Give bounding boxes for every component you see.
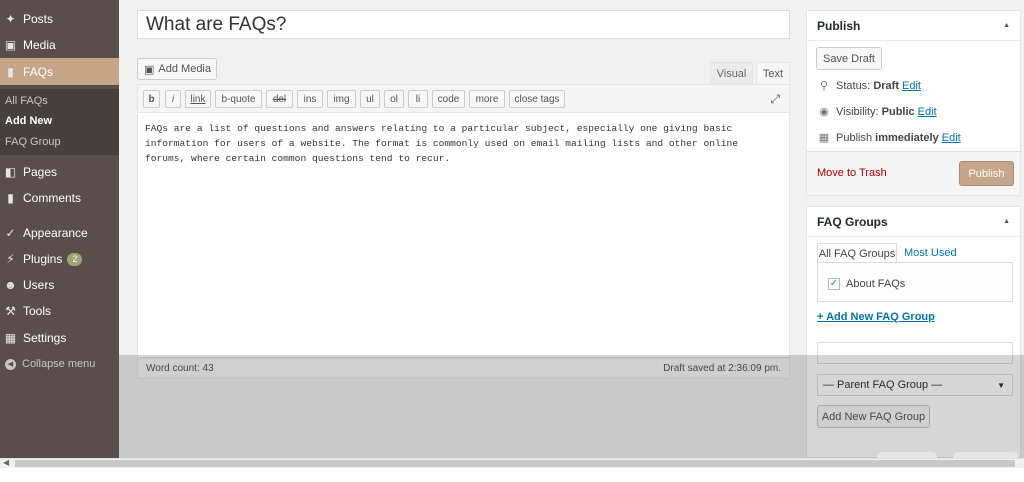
collapse-triangle-icon[interactable]: ▲ (1003, 218, 1010, 225)
publish-heading: Publish (817, 18, 861, 33)
menu-pages-label: Pages (23, 165, 58, 179)
horizontal-scrollbar[interactable]: ◀ (0, 458, 1024, 482)
menu-pages[interactable]: ◧ Pages (0, 159, 119, 185)
tab-text[interactable]: Text (756, 62, 790, 84)
tab-all-faq-groups[interactable]: All FAQ Groups (817, 243, 897, 263)
faq-groups-header[interactable]: FAQ Groups ▲ (807, 207, 1020, 237)
qt-ins-button[interactable]: ins (297, 90, 323, 108)
schedule-edit-link[interactable]: Edit (942, 132, 961, 144)
pages-icon: ◧ (4, 165, 17, 179)
qt-close-tags-button[interactable]: close tags (509, 90, 565, 108)
add-media-label: Add Media (158, 63, 211, 75)
media-icon: ▣ (144, 63, 155, 76)
visibility-value: Public (881, 105, 915, 118)
faqs-submenu: All FAQs Add New FAQ Group (0, 89, 119, 155)
dim-overlay (119, 355, 1024, 458)
about-faqs-label: About FAQs (846, 278, 906, 290)
comment-icon: ▮ (7, 191, 14, 205)
plugins-update-badge: 2 (67, 252, 83, 266)
menu-comments-label: Comments (23, 191, 82, 205)
menu-users-label: Users (23, 278, 55, 292)
publish-box: Publish ▲ Save Draft ⚲ Status: Draft Edi… (806, 10, 1021, 196)
calendar-icon: ▦ (818, 132, 830, 144)
settings-icon: ▦ (4, 331, 17, 345)
visibility-label: Visibility: (836, 105, 879, 118)
submenu-all-faqs[interactable]: All FAQs (5, 95, 48, 107)
qt-img-button[interactable]: img (327, 90, 356, 108)
post-title-input[interactable]: What are FAQs? (137, 10, 790, 39)
submenu-faq-group[interactable]: FAQ Group (5, 136, 61, 148)
qt-bquote-button[interactable]: b-quote (215, 90, 262, 108)
content-textarea[interactable]: FAQs are a list of questions and answers… (137, 113, 790, 358)
publish-value: immediately (875, 131, 939, 144)
plugin-icon: ⚡ (6, 252, 15, 266)
faq-groups-checklist: ✓ About FAQs (817, 262, 1013, 302)
menu-plugins[interactable]: ⚡ Plugins 2 (0, 246, 119, 272)
menu-appearance-label: Appearance (23, 226, 88, 240)
menu-tools-label: Tools (23, 304, 52, 318)
pin-icon: ✦ (5, 12, 16, 26)
menu-faqs-label: FAQs (23, 64, 54, 79)
brush-icon: ✓ (5, 226, 16, 240)
eye-icon: ◉ (819, 106, 829, 118)
status-edit-link[interactable]: Edit (902, 80, 921, 92)
qt-del-button[interactable]: del (266, 90, 293, 108)
add-media-button[interactable]: ▣ Add Media (137, 58, 217, 80)
menu-appearance[interactable]: ✓ Appearance (0, 220, 119, 246)
visibility-row: ◉ Visibility: Public Edit (817, 105, 937, 119)
collapse-menu-label: Collapse menu (22, 358, 96, 370)
publish-box-header[interactable]: Publish ▲ (807, 11, 1020, 41)
menu-comments[interactable]: ▮ Comments (0, 185, 119, 211)
tab-most-used[interactable]: Most Used (904, 243, 957, 263)
status-value: Draft (873, 79, 899, 92)
publish-actions: Move to Trash Publish (807, 151, 1020, 195)
menu-plugins-label: Plugins (23, 252, 63, 266)
publish-button[interactable]: Publish (959, 161, 1014, 186)
move-to-trash-link[interactable]: Move to Trash (817, 167, 887, 179)
collapse-triangle-icon[interactable]: ▲ (1003, 22, 1010, 29)
user-icon: ☻ (4, 278, 17, 292)
qt-italic-button[interactable]: i (165, 90, 181, 108)
scrollbar-thumb[interactable] (15, 460, 1015, 467)
qt-li-button[interactable]: li (408, 90, 428, 108)
menu-settings-label: Settings (23, 331, 67, 345)
publish-label: Publish (836, 131, 873, 144)
pin-icon: ⚲ (819, 80, 829, 92)
media-icon: ▣ (4, 38, 17, 52)
admin-menu: ✦ Posts ▣ Media ▮ FAQs All FAQs Add New … (0, 0, 119, 458)
save-draft-button[interactable]: Save Draft (816, 47, 882, 70)
menu-users[interactable]: ☻ Users (0, 272, 119, 298)
menu-tools[interactable]: ⚒ Tools (0, 298, 119, 324)
schedule-row: ▦ Publish immediately Edit (817, 131, 961, 145)
qt-code-button[interactable]: code (432, 90, 465, 108)
status-label: Status: (836, 79, 871, 92)
qt-ol-button[interactable]: ol (384, 90, 404, 108)
menu-settings[interactable]: ▦ Settings (0, 325, 119, 351)
faq-groups-heading: FAQ Groups (817, 214, 888, 229)
qt-more-button[interactable]: more (469, 90, 505, 108)
status-row: ⚲ Status: Draft Edit (817, 79, 921, 93)
qt-link-button[interactable]: link (185, 90, 211, 108)
submenu-add-new[interactable]: Add New (5, 115, 52, 127)
qt-ul-button[interactable]: ul (360, 90, 380, 108)
visibility-edit-link[interactable]: Edit (918, 106, 937, 118)
collapse-menu[interactable]: ◀ Collapse menu (0, 351, 119, 377)
fullscreen-icon[interactable]: ⤢ (770, 92, 780, 107)
about-faqs-checkbox[interactable]: ✓ (828, 278, 840, 290)
quicktags-toolbar: b i link b-quote del ins img ul ol li co… (137, 84, 790, 113)
tab-visual[interactable]: Visual (710, 62, 753, 84)
menu-posts[interactable]: ✦ Posts (0, 6, 119, 32)
add-new-faq-group-link[interactable]: + Add New FAQ Group (817, 311, 935, 323)
menu-media-label: Media (23, 38, 56, 52)
menu-posts-label: Posts (23, 12, 54, 26)
scroll-left-icon[interactable]: ◀ (3, 458, 9, 467)
menu-media[interactable]: ▣ Media (0, 32, 119, 58)
faq-icon: ▮ (7, 64, 14, 79)
menu-faqs[interactable]: ▮ FAQs (0, 58, 119, 85)
wrench-icon: ⚒ (5, 304, 16, 318)
collapse-arrow-icon: ◀ (5, 358, 16, 370)
qt-bold-button[interactable]: b (143, 90, 160, 108)
